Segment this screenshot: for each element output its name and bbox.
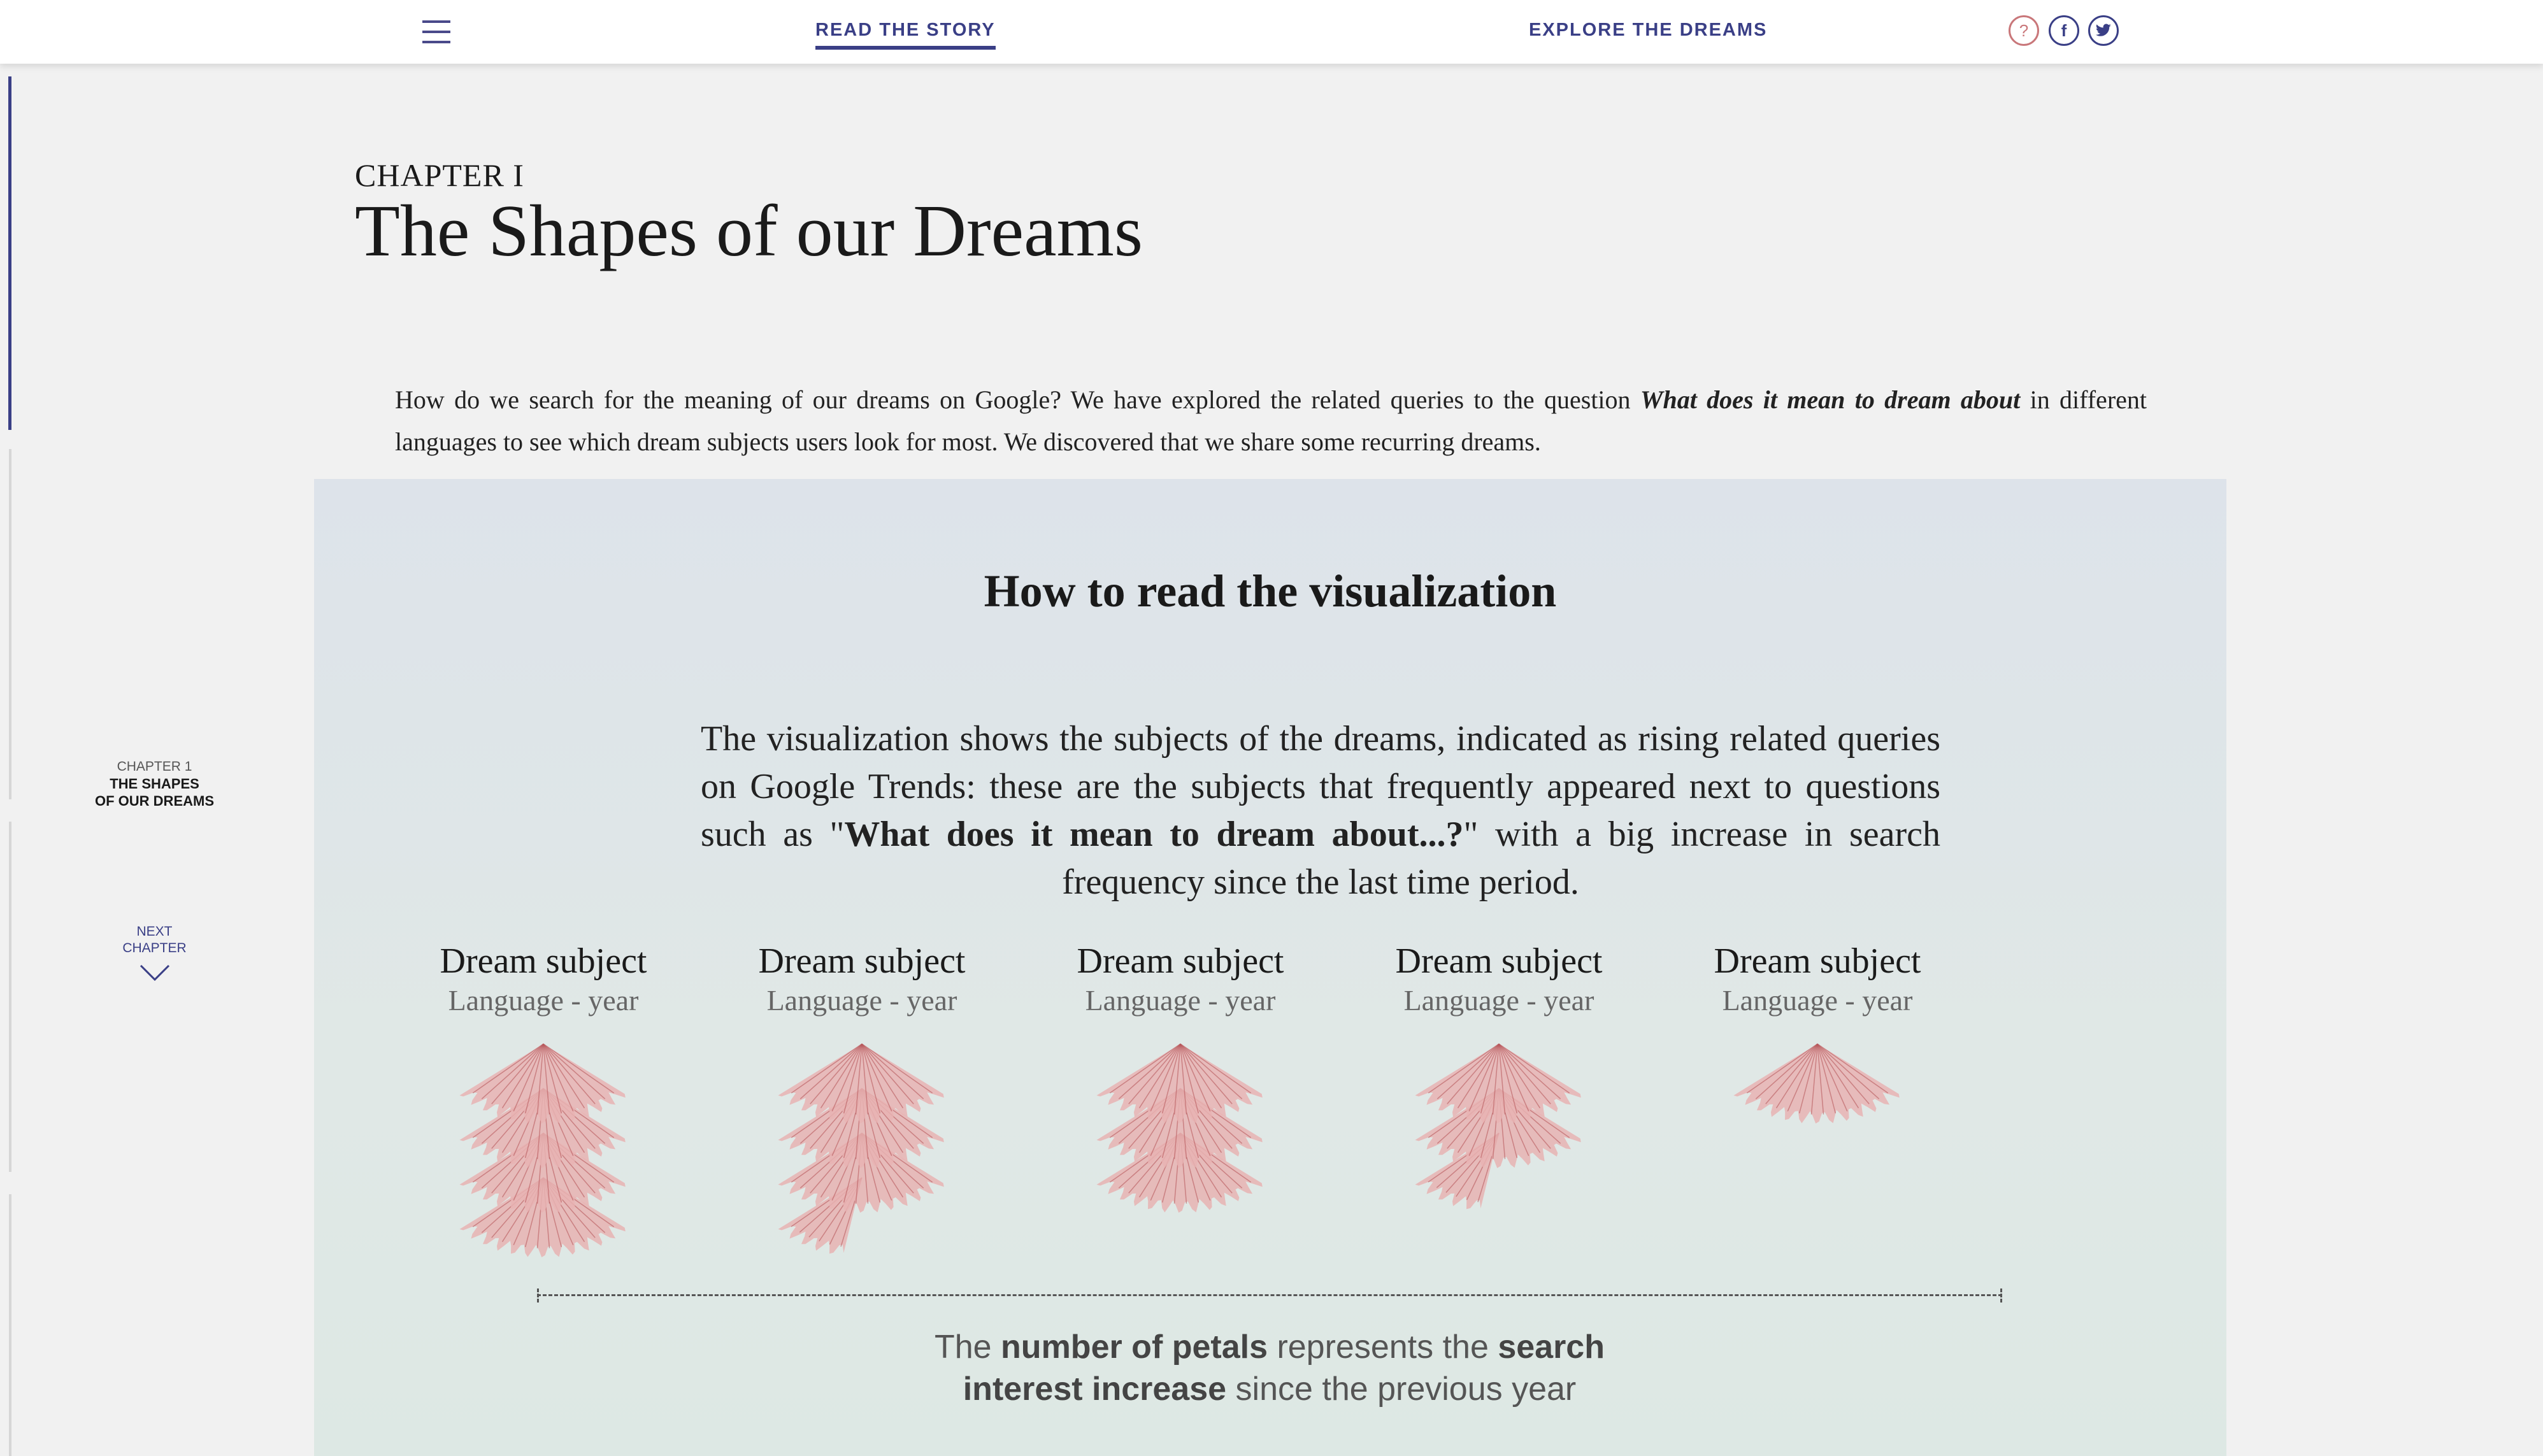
- flower-subject: Dream subject: [1395, 941, 1603, 981]
- chapter-label: CHAPTER I: [355, 157, 524, 193]
- flower-example-3: Dream subject Language - year: [1066, 941, 1295, 1280]
- flower-petals-icon: [778, 1043, 944, 1254]
- flower-language-year: Language - year: [448, 984, 639, 1017]
- intro-text-1: How do we search for the meaning of our …: [395, 385, 1640, 414]
- petals-legend: The number of petals represents the sear…: [887, 1326, 1652, 1410]
- rail-segment: [9, 1194, 11, 1456]
- twitter-icon[interactable]: [2088, 15, 2119, 46]
- flower-language-year: Language - year: [1722, 984, 1913, 1017]
- flower-example-4: Dream subject Language - year: [1384, 941, 1614, 1280]
- flower-petals-icon: [459, 1043, 626, 1257]
- intro-paragraph: How do we search for the meaning of our …: [395, 379, 2147, 463]
- flower-language-year: Language - year: [1085, 984, 1276, 1017]
- sidebar-chapter-number: CHAPTER 1: [117, 759, 192, 774]
- intro-emphasis: What does it mean to dream about: [1640, 385, 2021, 414]
- chapter-title: The Shapes of our Dreams: [355, 190, 1143, 272]
- flower-example-5: Dream subject Language - year: [1703, 941, 1932, 1280]
- sidebar-chapter-name-line1: THE SHAPES: [110, 776, 199, 792]
- panel-title: How to read the visualization: [984, 566, 1557, 617]
- rail-progress-indicator: [8, 76, 11, 430]
- panel-desc-bold: What does it mean to dream about...?: [844, 815, 1464, 854]
- nav-explore-the-dreams[interactable]: EXPLORE THE DREAMS: [1529, 20, 1767, 41]
- panel-description: The visualization shows the subjects of …: [701, 715, 1940, 906]
- nav-read-the-story[interactable]: READ THE STORY: [815, 20, 996, 50]
- flower-petals-icon: [1733, 1043, 1900, 1124]
- flower-petals-icon: [1096, 1043, 1263, 1213]
- next-chapter-button[interactable]: NEXT CHAPTER: [102, 924, 207, 982]
- hamburger-menu-icon[interactable]: [422, 20, 450, 43]
- flower-subject: Dream subject: [1714, 941, 1921, 981]
- flower-petals-icon: [1415, 1043, 1581, 1210]
- flower-example-2: Dream subject Language - year: [747, 941, 977, 1280]
- rail-segment: [9, 822, 11, 1172]
- legend-text-3: since the previous year: [1226, 1371, 1577, 1408]
- flower-language-year: Language - year: [1403, 984, 1594, 1017]
- how-to-read-panel: How to read the visualization The visual…: [314, 479, 2226, 1456]
- flower-subject: Dream subject: [1077, 941, 1284, 981]
- help-icon[interactable]: ?: [2009, 15, 2039, 46]
- legend-bold-1: number of petals: [1001, 1329, 1268, 1366]
- next-chapter-label-line1: NEXT: [136, 924, 173, 939]
- flower-example-1: Dream subject Language - year: [429, 941, 658, 1280]
- range-bracket: [537, 1288, 2002, 1303]
- flower-language-year: Language - year: [766, 984, 957, 1017]
- facebook-icon[interactable]: f: [2049, 15, 2079, 46]
- sidebar-current-chapter[interactable]: CHAPTER 1 THE SHAPES OF OUR DREAMS: [76, 758, 233, 810]
- next-chapter-label-line2: CHAPTER: [122, 941, 187, 955]
- chevron-down-icon: [140, 964, 169, 981]
- legend-text-2: represents the: [1268, 1329, 1498, 1366]
- flower-subject: Dream subject: [440, 941, 647, 981]
- legend-text-1: The: [934, 1329, 1001, 1366]
- rail-segment: [9, 449, 11, 799]
- sidebar-chapter-name-line2: OF OUR DREAMS: [95, 793, 214, 809]
- flower-subject: Dream subject: [758, 941, 966, 981]
- top-navigation: READ THE STORY EXPLORE THE DREAMS ? f: [0, 0, 2543, 64]
